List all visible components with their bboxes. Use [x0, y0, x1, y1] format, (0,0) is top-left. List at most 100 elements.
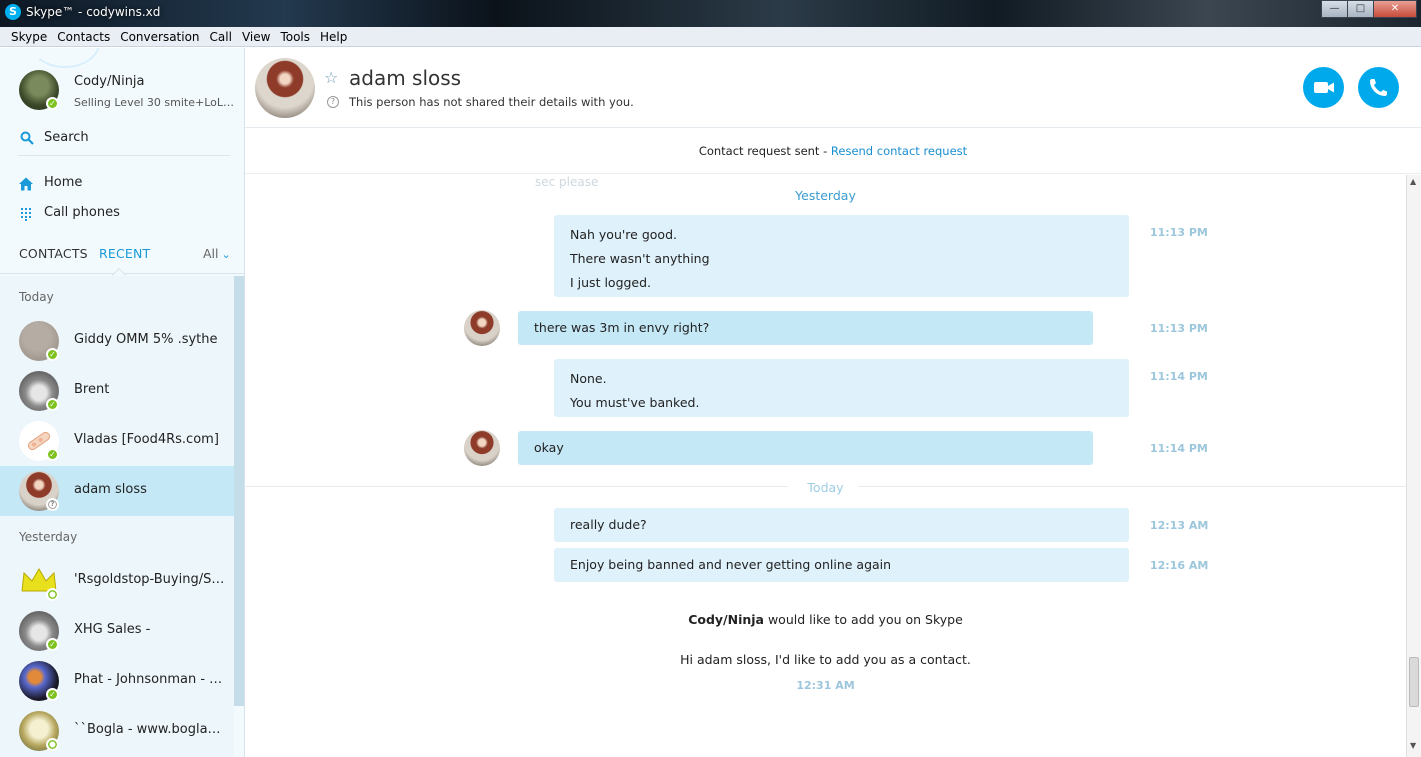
minimize-button[interactable]: —	[1321, 0, 1348, 18]
filter-dropdown[interactable]: All ⌄	[203, 246, 231, 261]
add-request-timestamp: 12:31 AM	[796, 679, 855, 692]
home-icon	[19, 177, 33, 191]
contact-name: ``Bogla - www.boglagol...	[74, 722, 226, 737]
online-status-icon: ✓	[46, 348, 59, 361]
info-question-icon: ?	[327, 96, 339, 108]
online-status-icon: ✓	[46, 638, 59, 651]
nav-call-phones[interactable]: Call phones	[18, 204, 228, 224]
online-status-icon: ✓	[46, 688, 59, 701]
request-status-text: Contact request sent -	[698, 144, 831, 158]
nav-home-label: Home	[44, 175, 83, 190]
menu-conversation[interactable]: Conversation	[115, 30, 204, 44]
message-bubble-own[interactable]: really dude?	[554, 508, 1129, 542]
message-line: You must've banked.	[570, 395, 700, 410]
online-status-icon: ✓	[46, 97, 59, 110]
list-item[interactable]: 'Rsgoldstop-Buying/Sel...	[0, 556, 234, 606]
search-box[interactable]: Search	[18, 128, 230, 156]
message-history[interactable]: sec please Yesterday Nah you're good. Th…	[245, 175, 1406, 757]
message-timestamp: 11:13 PM	[1150, 322, 1208, 335]
contact-request-bar: Contact request sent - Resend contact re…	[245, 128, 1421, 174]
message-line: I just logged.	[570, 275, 652, 290]
day-separator-today: Today	[807, 480, 844, 495]
list-item[interactable]: ✓ Phat - Johnsonman - M...	[0, 656, 234, 706]
phone-icon	[1370, 79, 1387, 96]
online-status-icon: ✓	[46, 448, 59, 461]
list-item[interactable]: ✓ Brent	[0, 366, 234, 416]
resend-request-link[interactable]: Resend contact request	[831, 144, 967, 158]
sender-avatar[interactable]	[464, 310, 500, 346]
contact-name: Giddy OMM 5% .sythe	[74, 332, 218, 347]
message-bubble-own[interactable]: None. You must've banked.	[554, 359, 1129, 417]
message-timestamp: 12:16 AM	[1150, 559, 1209, 572]
message-bubble-contact[interactable]: okay	[518, 431, 1093, 465]
chevron-down-icon: ⌄	[221, 248, 231, 261]
message-line: There wasn't anything	[570, 251, 710, 266]
sender-avatar[interactable]	[464, 430, 500, 466]
contact-name: Vladas [Food4Rs.com]	[74, 432, 219, 447]
tab-recent[interactable]: RECENT	[99, 246, 150, 261]
scroll-up-icon[interactable]: ▲	[1410, 177, 1416, 186]
add-request-notice: Cody/Ninja would like to add you on Skyp…	[245, 612, 1406, 627]
scroll-thumb[interactable]	[1409, 657, 1419, 707]
contact-name: XHG Sales -	[74, 622, 151, 637]
profile-mood[interactable]: Selling Level 30 smite+LoL a...	[74, 96, 234, 109]
scroll-down-icon[interactable]: ▼	[1410, 741, 1416, 750]
list-item[interactable]: ✓ Giddy OMM 5% .sythe	[0, 316, 234, 366]
nav-home[interactable]: Home	[18, 174, 228, 194]
window-controls: — □ ✕	[1321, 0, 1417, 18]
add-request-message: Hi adam sloss, I'd like to add you as a …	[680, 652, 971, 667]
list-item[interactable]: ✓ Vladas [Food4Rs.com]	[0, 416, 234, 466]
message-bubble-own[interactable]: Nah you're good. There wasn't anything I…	[554, 215, 1129, 297]
sidebar-scrollbar[interactable]	[234, 276, 244, 706]
skype-logo-icon: S	[5, 4, 21, 20]
contact-avatar[interactable]	[255, 58, 315, 118]
filter-label: All	[203, 246, 219, 261]
menu-help[interactable]: Help	[315, 30, 352, 44]
search-icon	[20, 131, 34, 145]
profile-name[interactable]: Cody/Ninja	[74, 74, 145, 89]
conversation-scrollbar[interactable]: ▲ ▼	[1406, 175, 1421, 757]
conversation-header: ☆ adam sloss ? This person has not share…	[245, 48, 1421, 128]
contact-name[interactable]: adam sloss	[349, 66, 461, 90]
message-line: really dude?	[570, 517, 647, 532]
list-item[interactable]: ✓ XHG Sales -	[0, 606, 234, 656]
message-line: okay	[534, 440, 564, 455]
favorite-star-icon[interactable]: ☆	[324, 68, 338, 87]
sidebar: ✓ Cody/Ninja Selling Level 30 smite+LoL …	[0, 48, 245, 757]
conversation-panel: ☆ adam sloss ? This person has not share…	[245, 48, 1421, 757]
add-request-sender: Cody/Ninja	[688, 612, 764, 627]
menu-bar: Skype Contacts Conversation Call View To…	[0, 27, 1421, 47]
message-timestamp: 11:14 PM	[1150, 442, 1208, 455]
message-bubble-contact[interactable]: there was 3m in envy right?	[518, 311, 1093, 345]
menu-skype[interactable]: Skype	[6, 30, 52, 44]
message-line: Nah you're good.	[570, 227, 677, 242]
list-item[interactable]: ``Bogla - www.boglagol...	[0, 706, 234, 756]
contact-name: 'Rsgoldstop-Buying/Sel...	[74, 572, 226, 587]
message-timestamp: 12:13 AM	[1150, 519, 1209, 532]
search-label: Search	[44, 130, 89, 145]
close-button[interactable]: ✕	[1373, 0, 1417, 18]
menu-tools[interactable]: Tools	[275, 30, 315, 44]
list-item[interactable]: ? adam sloss	[0, 466, 234, 516]
day-separator-yesterday: Yesterday	[795, 188, 856, 203]
window-title: Skype™ - codywins.xd	[26, 5, 161, 19]
maximize-button[interactable]: □	[1347, 0, 1374, 18]
contact-tabs: CONTACTS RECENT All ⌄	[0, 244, 244, 274]
faded-message: sec please	[535, 175, 599, 189]
group-header-today: Today	[19, 290, 54, 304]
menu-view[interactable]: View	[237, 30, 275, 44]
audio-call-button[interactable]	[1358, 67, 1399, 108]
message-bubble-own[interactable]: Enjoy being banned and never getting onl…	[554, 548, 1129, 582]
recent-list[interactable]: Today ✓ Giddy OMM 5% .sythe ✓ Brent ✓ Vl…	[0, 276, 234, 757]
video-call-button[interactable]	[1303, 67, 1344, 108]
unknown-status-icon: ?	[46, 498, 59, 511]
message-timestamp: 11:13 PM	[1150, 226, 1208, 239]
menu-contacts[interactable]: Contacts	[52, 30, 115, 44]
dialpad-icon	[21, 208, 31, 221]
online-status-icon: ✓	[46, 398, 59, 411]
nav-call-phones-label: Call phones	[44, 205, 120, 220]
menu-call[interactable]: Call	[205, 30, 237, 44]
contact-name: Phat - Johnsonman - M...	[74, 672, 226, 687]
profile-panel[interactable]: ✓ Cody/Ninja Selling Level 30 smite+LoL …	[0, 48, 244, 128]
tab-contacts[interactable]: CONTACTS	[19, 246, 88, 261]
